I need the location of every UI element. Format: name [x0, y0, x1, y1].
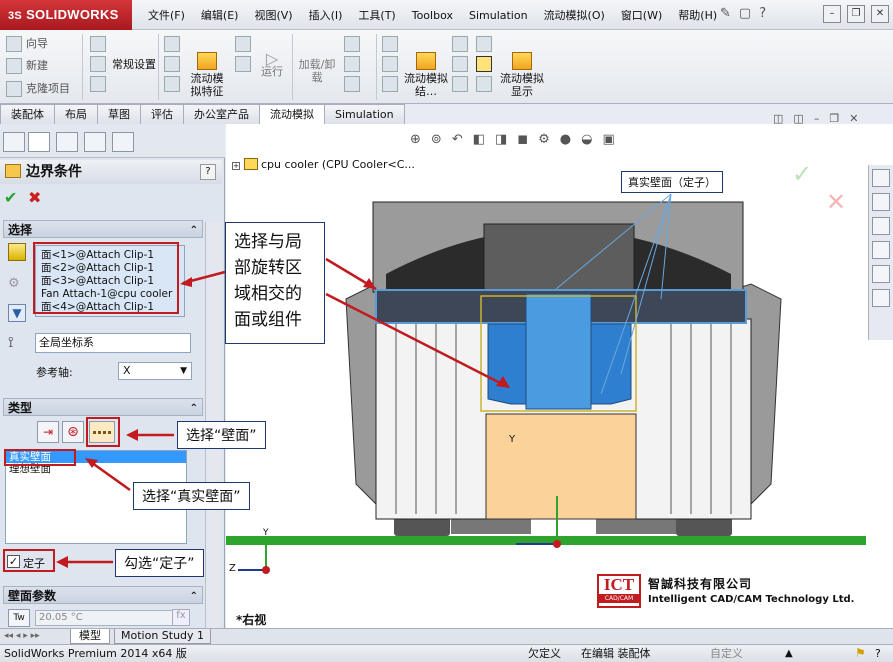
definition-status: 欠定义: [528, 647, 561, 660]
units-dropdown-icon[interactable]: ▲: [785, 645, 793, 662]
company-name-cn: 智誠科技有限公司: [648, 577, 753, 591]
help-status-icon[interactable]: ?: [875, 645, 881, 662]
status-bar: SolidWorks Premium 2014 x64 版 欠定义 在编辑 装配…: [0, 644, 893, 662]
editing-status: 在编辑 装配体: [581, 647, 651, 660]
tab-motion-study[interactable]: Motion Study 1: [114, 629, 212, 644]
tab-scroll-icons[interactable]: ◂◂ ◂ ▸ ▸▸: [4, 631, 40, 641]
custom-units[interactable]: 自定义: [710, 645, 743, 662]
product-version: SolidWorks Premium 2014 x64 版: [4, 647, 187, 660]
rebuild-icon[interactable]: ⚑: [855, 645, 866, 662]
panel-arrows: [56, 270, 226, 568]
company-name-en: Intelligent CAD/CAM Technology Ltd.: [648, 594, 855, 605]
bottom-tab-bar: ◂◂ ◂ ▸ ▸▸ 模型 Motion Study 1: [0, 628, 893, 644]
ict-logo: ICT CAD/CAM: [597, 574, 641, 608]
tab-model[interactable]: 模型: [70, 629, 110, 644]
